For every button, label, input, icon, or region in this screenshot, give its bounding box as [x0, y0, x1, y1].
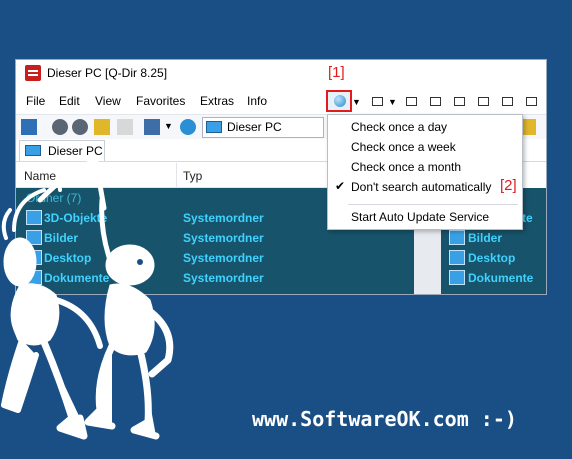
tab-dieser-pc[interactable]: Dieser PC: [19, 140, 105, 161]
list-item[interactable]: Dokumente: [441, 268, 546, 288]
refresh-icon[interactable]: [180, 119, 196, 135]
menu-extras[interactable]: Extras: [200, 94, 234, 108]
menu-item-label: Don't search automatically: [351, 180, 492, 194]
dancing-figures-illustration: [1, 160, 174, 440]
globe-icon: [334, 95, 346, 107]
layout-icon[interactable]: [372, 97, 383, 106]
chevron-down-icon[interactable]: ▼: [352, 97, 361, 107]
chevron-down-icon[interactable]: ▼: [164, 121, 173, 131]
item-name: Desktop: [468, 251, 516, 265]
qdir-app-icon: [25, 65, 41, 81]
computer-icon: [206, 121, 222, 133]
menu-item-check-daily[interactable]: Check once a day: [328, 117, 522, 137]
forward-icon[interactable]: [72, 119, 88, 135]
menu-item-label: Check once a day: [351, 120, 448, 134]
folder-icon: [449, 270, 465, 285]
tab-label: Dieser PC: [48, 144, 103, 158]
screenshot-frame: Dieser PC [Q-Dir 8.25] File Edit View Fa…: [0, 0, 572, 459]
layout-icon[interactable]: [406, 97, 417, 106]
menu-favorites[interactable]: Favorites: [136, 94, 185, 108]
address-value: Dieser PC: [227, 120, 282, 134]
title-bar: Dieser PC [Q-Dir 8.25]: [16, 60, 546, 86]
back-icon[interactable]: [52, 119, 68, 135]
menu-item-check-monthly[interactable]: Check once a month: [328, 157, 522, 177]
window-title: Dieser PC [Q-Dir 8.25]: [47, 66, 168, 80]
annotation-marker-1: [1]: [328, 64, 345, 81]
menu-edit[interactable]: Edit: [59, 94, 80, 108]
item-name-partial: te: [522, 211, 533, 225]
layout-icon[interactable]: [478, 97, 489, 106]
menu-view[interactable]: View: [95, 94, 121, 108]
auto-update-menu: Check once a day Check once a week Check…: [327, 114, 523, 230]
layout-icon[interactable]: [430, 97, 441, 106]
checkmark-icon: ✔: [335, 179, 346, 193]
menu-item-dont-search[interactable]: ✔ Don't search automatically: [328, 177, 522, 197]
folder-icon: [449, 230, 465, 245]
layout-icon[interactable]: [526, 97, 537, 106]
menu-file[interactable]: File: [26, 94, 45, 108]
chevron-down-icon[interactable]: ▼: [388, 97, 397, 107]
computer-icon: [25, 145, 41, 156]
auto-update-button[interactable]: [326, 90, 352, 112]
panel-icon[interactable]: [21, 119, 37, 135]
menu-item-label: Start Auto Update Service: [351, 210, 490, 224]
item-name: Dokumente: [468, 271, 534, 285]
item-name: Bilder: [468, 231, 503, 245]
menu-item-label: Check once a month: [351, 160, 462, 174]
footer-watermark: www.SoftwareOK.com :-): [252, 407, 517, 431]
up-folder-icon[interactable]: [94, 119, 110, 135]
menu-item-label: Check once a week: [351, 140, 456, 154]
view-mode-icon[interactable]: [144, 119, 160, 135]
list-item[interactable]: Bilder: [441, 228, 546, 248]
menu-separator: [348, 204, 518, 205]
menu-info[interactable]: Info: [247, 94, 267, 108]
new-folder-icon[interactable]: [117, 119, 133, 135]
annotation-marker-2: [2]: [500, 177, 517, 194]
address-field[interactable]: Dieser PC: [202, 117, 324, 138]
menu-bar: File Edit View Favorites Extras Info [1]…: [16, 64, 546, 112]
menu-item-check-weekly[interactable]: Check once a week: [328, 137, 522, 157]
layout-icon[interactable]: [454, 97, 465, 106]
list-item[interactable]: Desktop: [441, 248, 546, 268]
folder-icon: [449, 250, 465, 265]
layout-icon[interactable]: [502, 97, 513, 106]
menu-item-start-service[interactable]: Start Auto Update Service: [328, 207, 522, 227]
